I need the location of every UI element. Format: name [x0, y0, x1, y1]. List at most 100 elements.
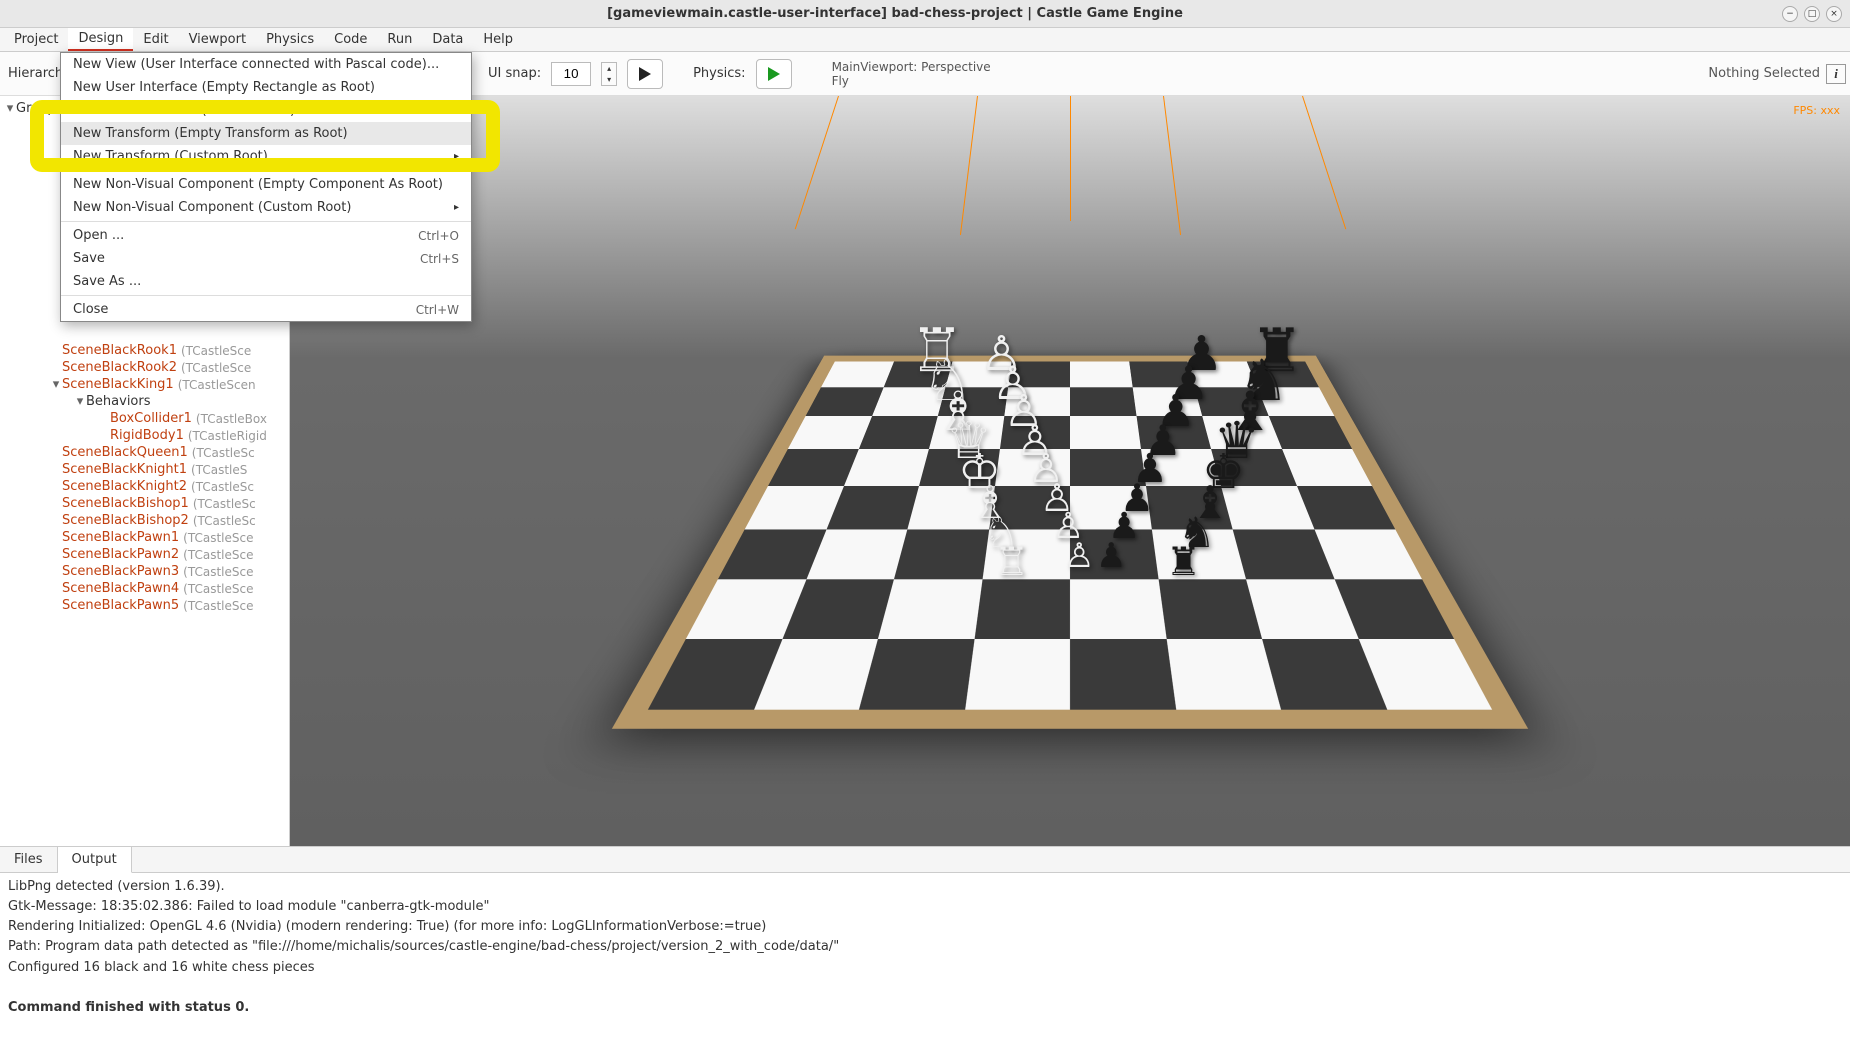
menu-item-label: New Non-Visual Component (Custom Root) — [73, 200, 351, 215]
tree-item[interactable]: ▾Behaviors — [2, 393, 287, 410]
menu-item-label: New Non-Visual Component (Empty Componen… — [73, 177, 443, 192]
tree-item[interactable]: SceneBlackKnight1 (TCastleS — [2, 461, 287, 478]
menu-item-label: New View (User Interface connected with … — [73, 57, 439, 72]
minimize-button[interactable]: − — [1782, 6, 1798, 22]
menu-item-label: Save As ... — [73, 274, 141, 289]
tab-files[interactable]: Files — [0, 847, 58, 872]
menu-item[interactable]: New User Interface (Empty Rectangle as R… — [61, 76, 471, 99]
menu-shortcut: Ctrl+S — [420, 252, 459, 266]
menu-item[interactable]: Save As ... — [61, 270, 471, 293]
tree-item[interactable]: SceneBlackKnight2 (TCastleSc — [2, 478, 287, 495]
menu-item[interactable]: New Transform (Custom Root) ▸ — [61, 145, 471, 168]
play-green-icon — [766, 66, 782, 82]
menu-item-label: New Transform (Empty Transform as Root) — [73, 126, 348, 141]
menu-separator — [61, 295, 471, 296]
tree-item[interactable]: SceneBlackRook1(TCastleSce — [2, 342, 287, 359]
tree-item[interactable]: ▾SceneBlackKing1(TCastleScen — [2, 376, 287, 393]
ui-snap-label: UI snap: — [488, 66, 541, 81]
tree-item-name: SceneBlackKnight2 — [62, 479, 187, 494]
tree-item-name: SceneBlackRook1 — [62, 343, 177, 358]
tree-item[interactable]: SceneBlackPawn1(TCastleSce — [2, 529, 287, 546]
play-button[interactable] — [627, 59, 663, 89]
spin-down[interactable]: ▾ — [602, 74, 616, 85]
close-button[interactable]: × — [1826, 6, 1842, 22]
spin-up[interactable]: ▴ — [602, 63, 616, 74]
physics-play-button[interactable] — [756, 59, 792, 89]
tree-item-name: SceneBlackQueen1 — [62, 445, 188, 460]
ui-snap-input[interactable] — [551, 62, 591, 86]
menu-data[interactable]: Data — [422, 29, 473, 50]
menu-item[interactable]: CloseCtrl+W — [61, 298, 471, 321]
tree-item-type: (TCastleRigid — [188, 429, 267, 443]
menu-item[interactable]: New View (User Interface connected with … — [61, 53, 471, 76]
menu-physics[interactable]: Physics — [256, 29, 324, 50]
submenu-arrow-icon: ▸ — [454, 105, 459, 116]
tree-item-type: (TCastleSc — [193, 497, 256, 511]
output-line — [8, 978, 1842, 998]
output-line: Gtk-Message: 18:35:02.386: Failed to loa… — [8, 897, 1842, 917]
output-line: Command finished with status 0. — [8, 998, 1842, 1018]
tree-item-name: SceneBlackPawn3 — [62, 564, 179, 579]
tree-item-name: SceneBlackPawn5 — [62, 598, 179, 613]
chess-piece: ♜ — [1166, 540, 1201, 585]
menu-item[interactable]: New Non-Visual Component (Empty Componen… — [61, 173, 471, 196]
tree-item-type: (TCastleSce — [183, 599, 253, 613]
viewport-3d[interactable]: FPS: xxx ♖♙♘♙♗♙♕♙♔♙♗♙♘♙♖♙♜♟♞♟♝♟♛♟♚♟♝♟♞♟♜… — [290, 96, 1850, 846]
tree-item-type: (TCastleS — [191, 463, 247, 477]
window-title: [gameviewmain.castle-user-interface] bad… — [8, 6, 1782, 21]
menu-shortcut: Ctrl+O — [418, 229, 459, 243]
tree-item-type: (TCastleSc — [193, 514, 256, 528]
tree-item-type: (TCastleSce — [183, 531, 253, 545]
tree-item[interactable]: SceneBlackPawn5 (TCastleSce — [2, 597, 287, 614]
maximize-button[interactable]: □ — [1804, 6, 1820, 22]
bottom-panel: FilesOutput LibPng detected (version 1.6… — [0, 846, 1850, 1046]
menu-shortcut: Ctrl+W — [416, 303, 459, 317]
viewport-info: MainViewport: Perspective Fly — [832, 60, 991, 88]
output-line: Path: Program data path detected as "fil… — [8, 937, 1842, 957]
menu-item-label: New Transform (Custom Root) — [73, 149, 268, 164]
submenu-arrow-icon: ▸ — [454, 151, 459, 162]
menu-viewport[interactable]: Viewport — [179, 29, 257, 50]
tree-item[interactable]: SceneBlackRook2(TCastleSce — [2, 359, 287, 376]
output-line: Configured 16 black and 16 white chess p… — [8, 958, 1842, 978]
tree-item[interactable]: SceneBlackBishop2(TCastleSc — [2, 512, 287, 529]
tree-item[interactable]: SceneBlackPawn4(TCastleSce — [2, 580, 287, 597]
selection-info: Nothing Selected — [1708, 66, 1820, 81]
menu-edit[interactable]: Edit — [133, 29, 178, 50]
tree-item[interactable]: BoxCollider1(TCastleBox — [2, 410, 287, 427]
menu-item[interactable]: New Non-Visual Component (Custom Root)▸ — [61, 196, 471, 219]
info-icon[interactable]: i — [1826, 64, 1846, 84]
chess-piece: ♟ — [1096, 536, 1126, 576]
tree-item[interactable]: SceneBlackBishop1(TCastleSc — [2, 495, 287, 512]
tab-output[interactable]: Output — [58, 847, 132, 873]
tree-item-type: (TCastleBox — [196, 412, 267, 426]
tree-item[interactable]: SceneBlackQueen1(TCastleSc — [2, 444, 287, 461]
menu-project[interactable]: Project — [4, 29, 68, 50]
menu-item[interactable]: SaveCtrl+S — [61, 247, 471, 270]
tree-item[interactable]: RigidBody1 (TCastleRigid — [2, 427, 287, 444]
viewport-info-line2: Fly — [832, 74, 991, 88]
menu-help[interactable]: Help — [473, 29, 523, 50]
chess-piece: ♖ — [994, 540, 1029, 585]
tree-item-type: (TCastleSce — [183, 548, 253, 562]
tree-item[interactable]: SceneBlackPawn3 (TCastleSce — [2, 563, 287, 580]
tree-item-name: SceneBlackKnight1 — [62, 462, 187, 477]
menu-item-label: New User Interface (Empty Rectangle as R… — [73, 80, 375, 95]
menu-item[interactable]: New User Interface (Custom Root) ▸ — [61, 99, 471, 122]
tree-item-type: (TCastleSce — [183, 565, 253, 579]
tree-item-type: (TCastleScen — [178, 378, 256, 392]
tree-item[interactable]: SceneBlackPawn2(TCastleSce — [2, 546, 287, 563]
viewport-info-line1: MainViewport: Perspective — [832, 60, 991, 74]
menu-item[interactable]: New Transform (Empty Transform as Root) — [61, 122, 471, 145]
menubar: ProjectDesignEditViewportPhysicsCodeRunD… — [0, 28, 1850, 52]
menu-code[interactable]: Code — [324, 29, 377, 50]
menu-item[interactable]: Open ...Ctrl+O — [61, 224, 471, 247]
tree-item-type: (TCastleSc — [191, 480, 254, 494]
menu-run[interactable]: Run — [377, 29, 422, 50]
output-log[interactable]: LibPng detected (version 1.6.39).Gtk-Mes… — [0, 873, 1850, 1046]
menu-design[interactable]: Design — [68, 28, 133, 51]
tree-item-name: RigidBody1 — [110, 428, 184, 443]
chess-piece: ♙ — [1064, 536, 1094, 576]
menu-item-label: New User Interface (Custom Root) — [73, 103, 295, 118]
menu-separator — [61, 221, 471, 222]
